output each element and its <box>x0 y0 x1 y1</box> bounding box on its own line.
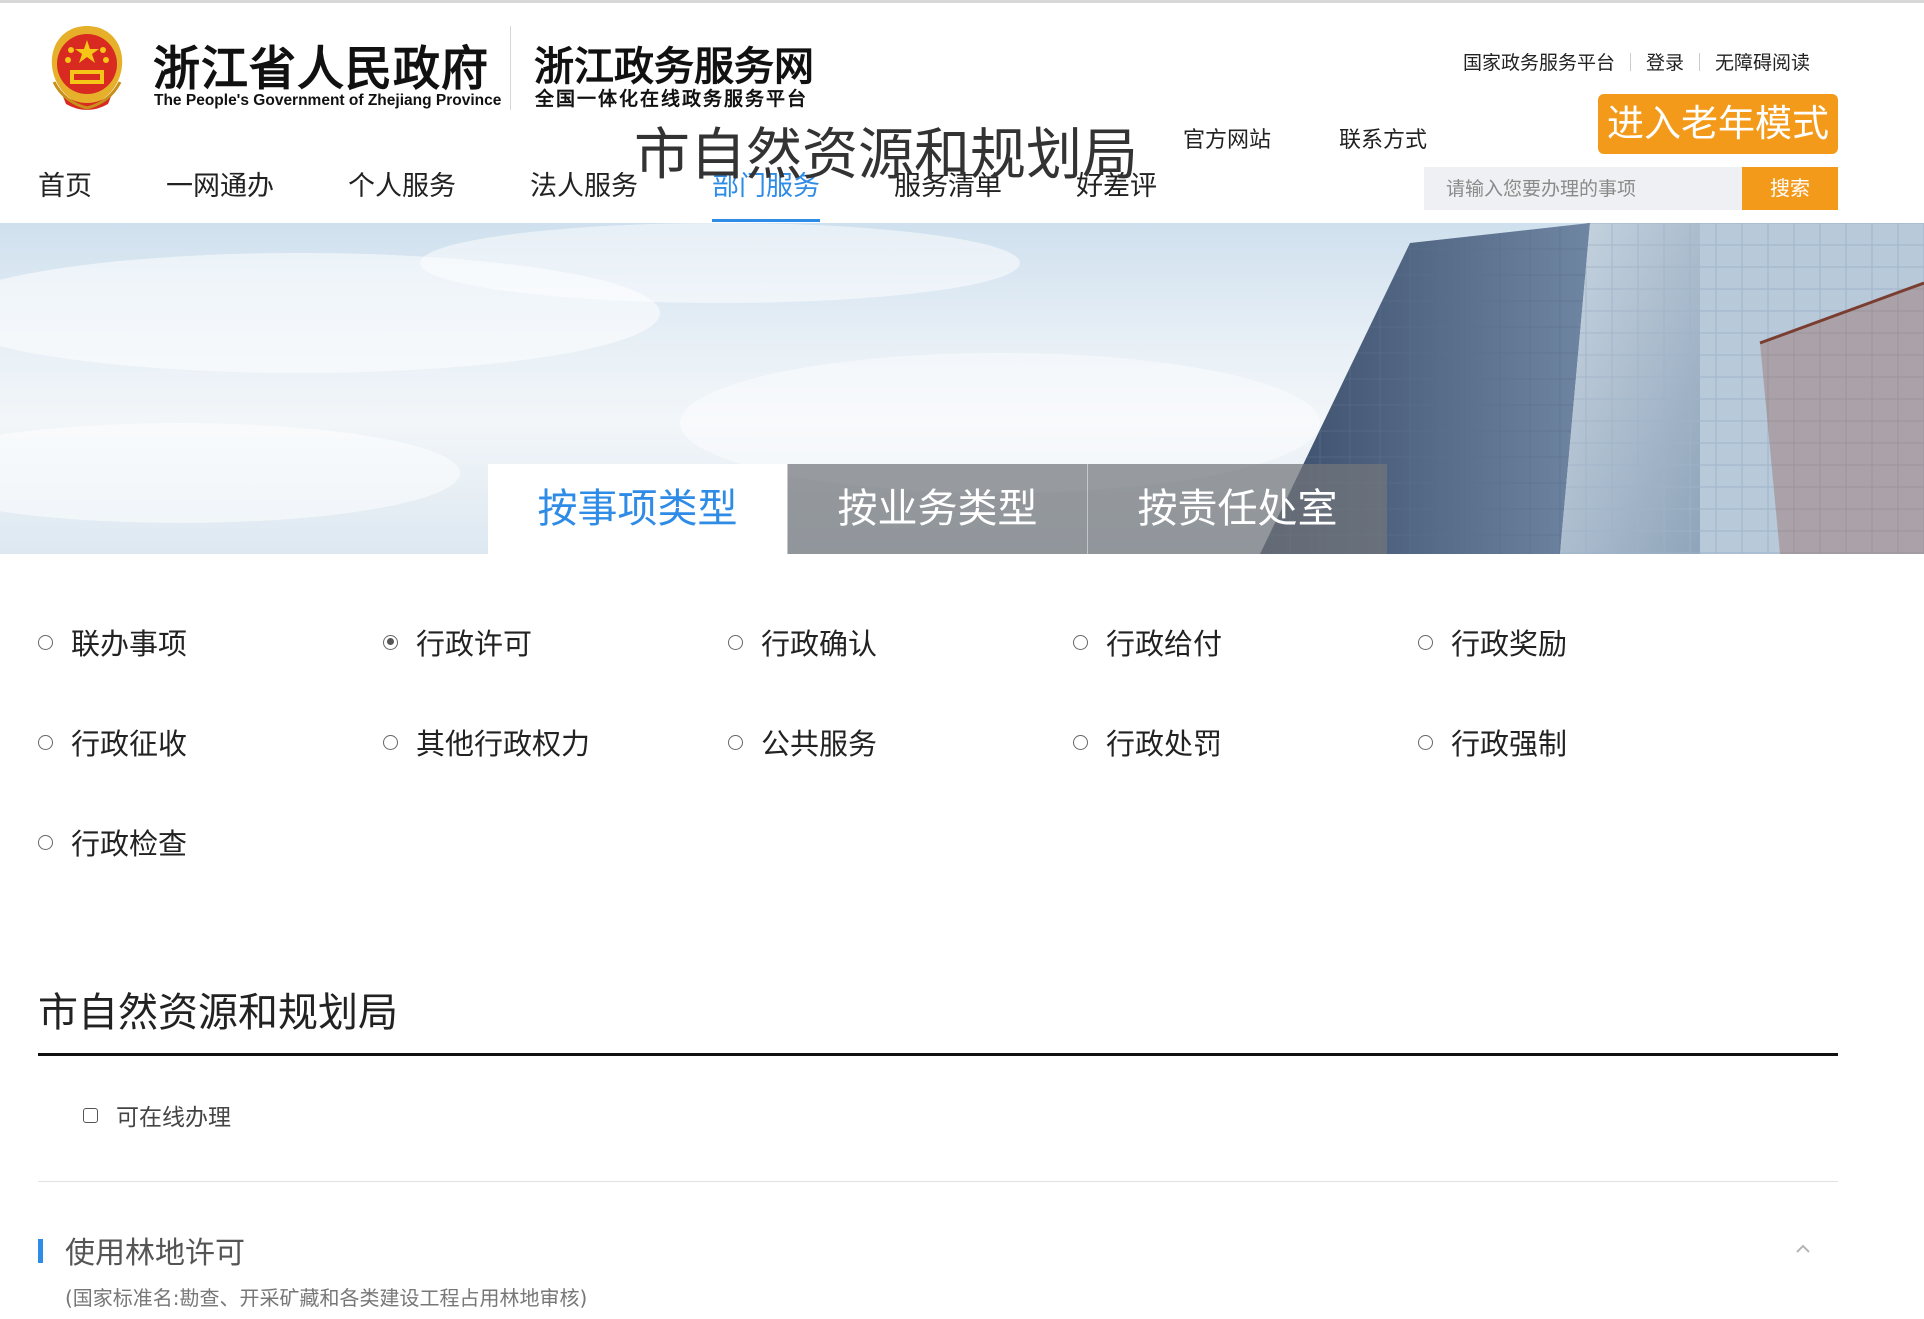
nav-item-personal[interactable]: 个人服务 <box>348 164 456 222</box>
link-national-platform[interactable]: 国家政务服务平台 <box>1463 48 1615 75</box>
online-checkbox[interactable]: 可在线办理 <box>83 1098 231 1132</box>
radio-admin-license[interactable]: 行政许可 <box>383 620 728 664</box>
radio-public-service[interactable]: 公共服务 <box>728 720 1073 764</box>
tab-by-office[interactable]: 按责任处室 <box>1087 464 1387 554</box>
nav-item-home[interactable]: 首页 <box>38 164 92 222</box>
gov-title: 浙江省人民政府 <box>153 42 489 97</box>
radio-circle <box>38 834 53 850</box>
link-login[interactable]: 登录 <box>1646 48 1684 75</box>
category-tabs: 按事项类型 按业务类型 按责任处室 <box>488 464 1387 554</box>
radio-circle <box>1418 634 1433 650</box>
search-bar: 搜索 <box>1424 167 1838 210</box>
tab-by-business-type[interactable]: 按业务类型 <box>787 464 1087 554</box>
online-checkbox-label: 可在线办理 <box>116 1105 231 1131</box>
official-site-button[interactable]: 官方网站 <box>1152 116 1302 166</box>
tab-by-item-type[interactable]: 按事项类型 <box>488 464 787 554</box>
radio-circle <box>383 734 398 750</box>
nav-item-legal-person[interactable]: 法人服务 <box>530 164 638 222</box>
radio-admin-confirmation[interactable]: 行政确认 <box>728 620 1073 664</box>
radio-circle <box>1418 734 1433 750</box>
radio-circle <box>383 634 398 650</box>
link-separator <box>1629 52 1631 71</box>
radio-admin-reward[interactable]: 行政奖励 <box>1418 620 1763 664</box>
radio-admin-levy[interactable]: 行政征收 <box>38 720 383 764</box>
list-divider <box>38 1181 1838 1182</box>
national-emblem-icon <box>51 26 123 110</box>
link-accessibility[interactable]: 无障碍阅读 <box>1715 48 1810 75</box>
section-divider <box>38 1053 1838 1056</box>
gov-subtitle-en: The People's Government of Zhejiang Prov… <box>154 92 502 109</box>
portal-subtitle: 全国一体化在线政务服务平台 <box>535 88 809 110</box>
section-title: 市自然资源和规划局 <box>38 990 398 1036</box>
radio-circle <box>1073 734 1088 750</box>
search-input[interactable] <box>1424 167 1742 210</box>
radio-circle <box>728 734 743 750</box>
nav-item-one-stop[interactable]: 一网通办 <box>166 164 274 222</box>
item-type-filter: 联办事项 行政许可 行政确认 行政给付 行政奖励 行政征收 其他行政权力 公共服… <box>38 620 1778 864</box>
link-separator <box>1698 52 1700 71</box>
radio-other-power[interactable]: 其他行政权力 <box>383 720 728 764</box>
radio-admin-enforcement[interactable]: 行政强制 <box>1418 720 1763 764</box>
radio-admin-inspection[interactable]: 行政检查 <box>38 820 383 864</box>
item-accent-bar <box>38 1239 43 1263</box>
radio-circle <box>38 734 53 750</box>
top-links: 国家政务服务平台 登录 无障碍阅读 <box>1463 48 1810 75</box>
radio-circle <box>728 634 743 650</box>
service-item-title[interactable]: 使用林地许可 <box>65 1228 245 1272</box>
radio-circle <box>38 634 53 650</box>
contact-button[interactable]: 联系方式 <box>1308 116 1458 166</box>
checkbox-box <box>83 1107 98 1123</box>
header-divider <box>510 26 511 110</box>
service-item-standard-name: (国家标准名:勘查、开采矿藏和各类建设工程占用林地审核) <box>65 1286 588 1310</box>
chevron-up-icon[interactable] <box>1792 1238 1814 1260</box>
radio-admin-payment[interactable]: 行政给付 <box>1073 620 1418 664</box>
elder-mode-button[interactable]: 进入老年模式 <box>1598 94 1838 154</box>
radio-circle <box>1073 634 1088 650</box>
radio-admin-penalty[interactable]: 行政处罚 <box>1073 720 1418 764</box>
department-title: 市自然资源和规划局 <box>634 123 1138 188</box>
search-button[interactable]: 搜索 <box>1742 167 1838 210</box>
radio-joint-items[interactable]: 联办事项 <box>38 620 383 664</box>
top-border <box>0 0 1924 3</box>
